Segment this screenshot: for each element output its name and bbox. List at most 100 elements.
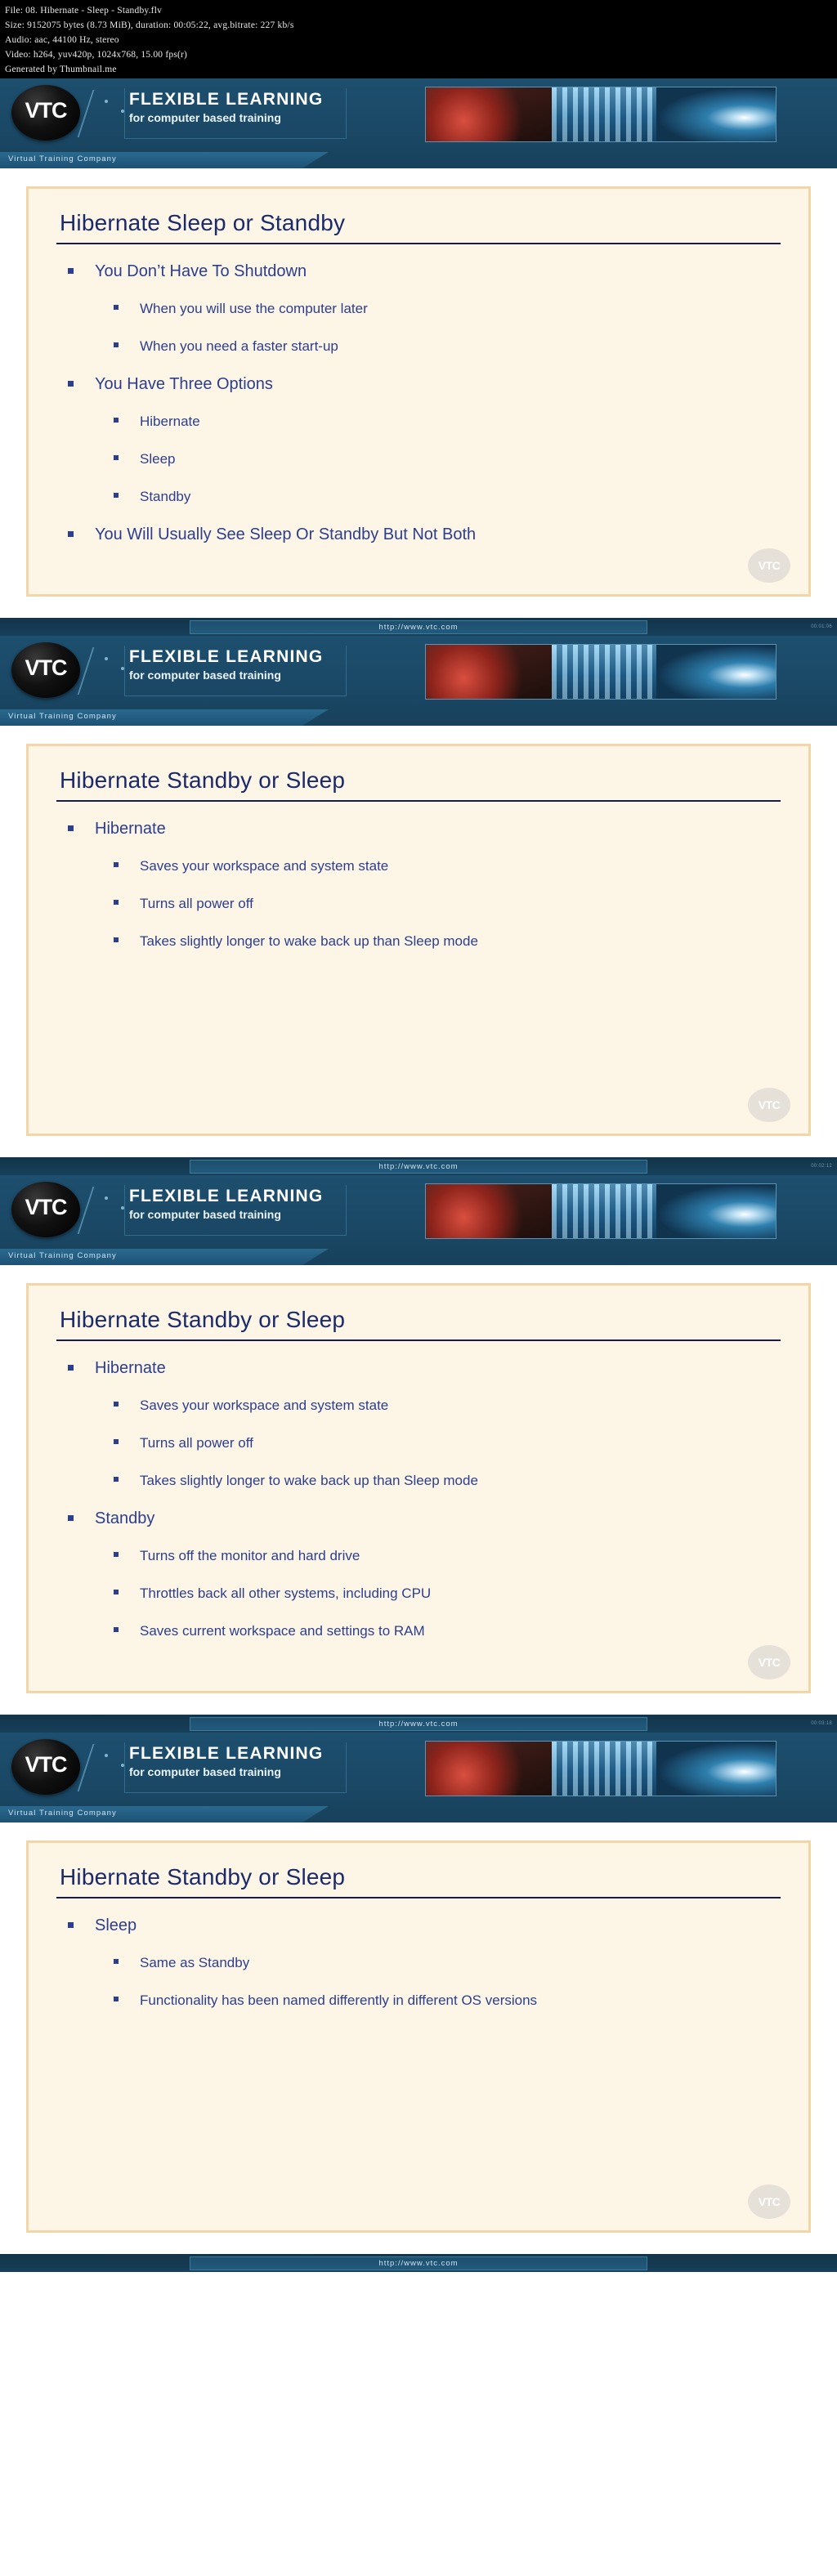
bullet-text: You Will Usually See Sleep Or Standby Bu… bbox=[95, 525, 477, 543]
url-text: http://www.vtc.com bbox=[190, 620, 647, 634]
thumbnail-shoe-image bbox=[426, 1184, 553, 1238]
thumbnail-shoe-image bbox=[426, 87, 553, 141]
slide-block: VTC FLEXIBLE LEARNING for computer based t… bbox=[0, 78, 837, 618]
slide-bullet: Turns all power off bbox=[56, 893, 781, 915]
brand-dot-icon bbox=[105, 657, 108, 660]
title-divider bbox=[56, 243, 781, 244]
bullet-text: Takes slightly longer to wake back up th… bbox=[140, 933, 478, 949]
slide-bullet: Saves your workspace and system state bbox=[56, 1395, 781, 1416]
brand-dot-icon bbox=[105, 1196, 108, 1200]
brand-subline: for computer based training bbox=[129, 1208, 281, 1221]
brand-dot-icon bbox=[121, 667, 124, 670]
vtc-watermark: VTC bbox=[748, 1645, 790, 1679]
thumbnail-shoe-image bbox=[426, 645, 553, 699]
bullet-text: Saves your workspace and system state bbox=[140, 1398, 389, 1413]
vtc-banner: VTC FLEXIBLE LEARNING for computer based t… bbox=[0, 1175, 837, 1265]
bullet-square-icon bbox=[114, 1402, 119, 1407]
slide-frame: Hibernate Standby or Sleep Hibernate Saves… bbox=[26, 1283, 811, 1693]
banner-thumbnails bbox=[425, 87, 777, 142]
bullet-text: Standby bbox=[140, 489, 191, 504]
bullet-square-icon bbox=[114, 1590, 119, 1594]
slide-bullet: Takes slightly longer to wake back up th… bbox=[56, 931, 781, 952]
slide-title: Hibernate Standby or Sleep bbox=[60, 767, 346, 793]
slide-bullet-list: Hibernate Saves your workspace and system… bbox=[56, 1357, 781, 1642]
slide-bullet: You Will Usually See Sleep Or Standby Bu… bbox=[56, 524, 781, 545]
company-strip: Virtual Training Company bbox=[0, 1249, 329, 1265]
title-divider bbox=[56, 800, 781, 802]
bullet-square-icon bbox=[68, 1515, 74, 1521]
bullet-square-icon bbox=[114, 305, 119, 310]
slide-title: Hibernate Standby or Sleep bbox=[60, 1307, 346, 1332]
vtc-logo-text: VTC bbox=[25, 655, 68, 680]
brand-headline: FLEXIBLE LEARNING bbox=[129, 647, 324, 666]
slide-bullet: Hibernate bbox=[56, 818, 781, 839]
vtc-watermark: VTC bbox=[748, 548, 790, 583]
bullet-text: Sleep bbox=[95, 1916, 137, 1934]
brand-headline: FLEXIBLE LEARNING bbox=[129, 90, 324, 109]
bullet-square-icon bbox=[68, 268, 74, 274]
bullet-square-icon bbox=[114, 1552, 119, 1557]
bullet-square-icon bbox=[114, 937, 119, 942]
brand-subline: for computer based training bbox=[129, 111, 281, 124]
thumbnail-servers-image bbox=[552, 1184, 657, 1238]
title-divider bbox=[56, 1897, 781, 1898]
bullet-square-icon bbox=[68, 825, 74, 831]
slide-title: Hibernate Standby or Sleep bbox=[60, 1864, 346, 1890]
slide-frame: Hibernate Sleep or Standby You Don’t Have… bbox=[26, 186, 811, 597]
slide-bullet: Sleep bbox=[56, 1915, 781, 1936]
metadata-line: File: 08. Hibernate - Sleep - Standby.fl… bbox=[5, 6, 163, 16]
company-strip: Virtual Training Company bbox=[0, 709, 329, 726]
bullet-text: Same as Standby bbox=[140, 1955, 250, 1970]
bullet-text: Takes slightly longer to wake back up th… bbox=[140, 1473, 478, 1488]
timecode: 00:02:12 bbox=[811, 1164, 832, 1169]
slide-canvas: Hibernate Sleep or Standby You Don’t Have… bbox=[0, 168, 837, 618]
slide-bullet: Same as Standby bbox=[56, 1952, 781, 1974]
bullet-square-icon bbox=[114, 1997, 119, 2001]
bullet-text: You Don’t Have To Shutdown bbox=[95, 262, 307, 280]
vtc-watermark: VTC bbox=[748, 2185, 790, 2219]
banner-thumbnails bbox=[425, 1741, 777, 1796]
slide-bullet: When you need a faster start-up bbox=[56, 336, 781, 357]
brand-headline: FLEXIBLE LEARNING bbox=[129, 1187, 324, 1205]
slide-bullet: When you will use the computer later bbox=[56, 298, 781, 320]
bullet-text: Sleep bbox=[140, 451, 176, 467]
vtc-watermark: VTC bbox=[748, 1088, 790, 1122]
title-divider bbox=[56, 1339, 781, 1341]
slide-bullet: Saves current workspace and settings to … bbox=[56, 1621, 781, 1642]
bullet-square-icon bbox=[114, 1439, 119, 1444]
footer-url-text: http://www.vtc.com bbox=[190, 2256, 647, 2270]
slide-frame: Hibernate Standby or Sleep Hibernate Saves… bbox=[26, 744, 811, 1136]
slide-bullet: You Have Three Options bbox=[56, 373, 781, 395]
brand-dot-icon bbox=[121, 110, 124, 113]
slide-bullet: Standby bbox=[56, 1508, 781, 1529]
bullet-square-icon bbox=[114, 1959, 119, 1964]
slide-bullet: Hibernate bbox=[56, 1357, 781, 1379]
slide-bullet: Turns all power off bbox=[56, 1433, 781, 1454]
slide-bullet-list: Hibernate Saves your workspace and system… bbox=[56, 818, 781, 952]
company-strip-label: Virtual Training Company bbox=[8, 712, 117, 721]
company-strip: Virtual Training Company bbox=[0, 1806, 329, 1822]
bullet-square-icon bbox=[114, 900, 119, 905]
slide-bullet-list: Sleep Same as Standby Functionality has be… bbox=[56, 1915, 781, 2011]
bullet-text: Saves your workspace and system state bbox=[140, 858, 389, 874]
bullet-square-icon bbox=[114, 455, 119, 460]
slide-block: http://www.vtc.com 00:02:12 VTC FLEXIBLE LE… bbox=[0, 1157, 837, 1715]
slides-container: VTC FLEXIBLE LEARNING for computer based t… bbox=[0, 78, 837, 2254]
footer-url-bar: http://www.vtc.com bbox=[0, 2254, 837, 2272]
thumbnail-horizon-image bbox=[656, 1742, 776, 1796]
bullet-square-icon bbox=[114, 1477, 119, 1482]
vtc-logo-text: VTC bbox=[25, 98, 68, 123]
bullet-text: Hibernate bbox=[95, 1359, 166, 1377]
slide-bullet: Takes slightly longer to wake back up th… bbox=[56, 1470, 781, 1491]
thumbnail-horizon-image bbox=[656, 87, 776, 141]
url-text: http://www.vtc.com bbox=[190, 1717, 647, 1731]
brand-subline: for computer based training bbox=[129, 1765, 281, 1778]
metadata-line: Size: 9152075 bytes (8.73 MiB), duration… bbox=[5, 20, 294, 30]
metadata-line: Video: h264, yuv420p, 1024x768, 15.00 fp… bbox=[5, 50, 188, 60]
bullet-square-icon bbox=[68, 381, 74, 387]
slide-bullet: Hibernate bbox=[56, 411, 781, 432]
slide-canvas: Hibernate Standby or Sleep Sleep Same as S… bbox=[0, 1822, 837, 2254]
brand-dot-icon bbox=[121, 1764, 124, 1767]
bullet-text: Standby bbox=[95, 1509, 155, 1527]
metadata-line: Audio: aac, 44100 Hz, stereo bbox=[5, 35, 119, 45]
